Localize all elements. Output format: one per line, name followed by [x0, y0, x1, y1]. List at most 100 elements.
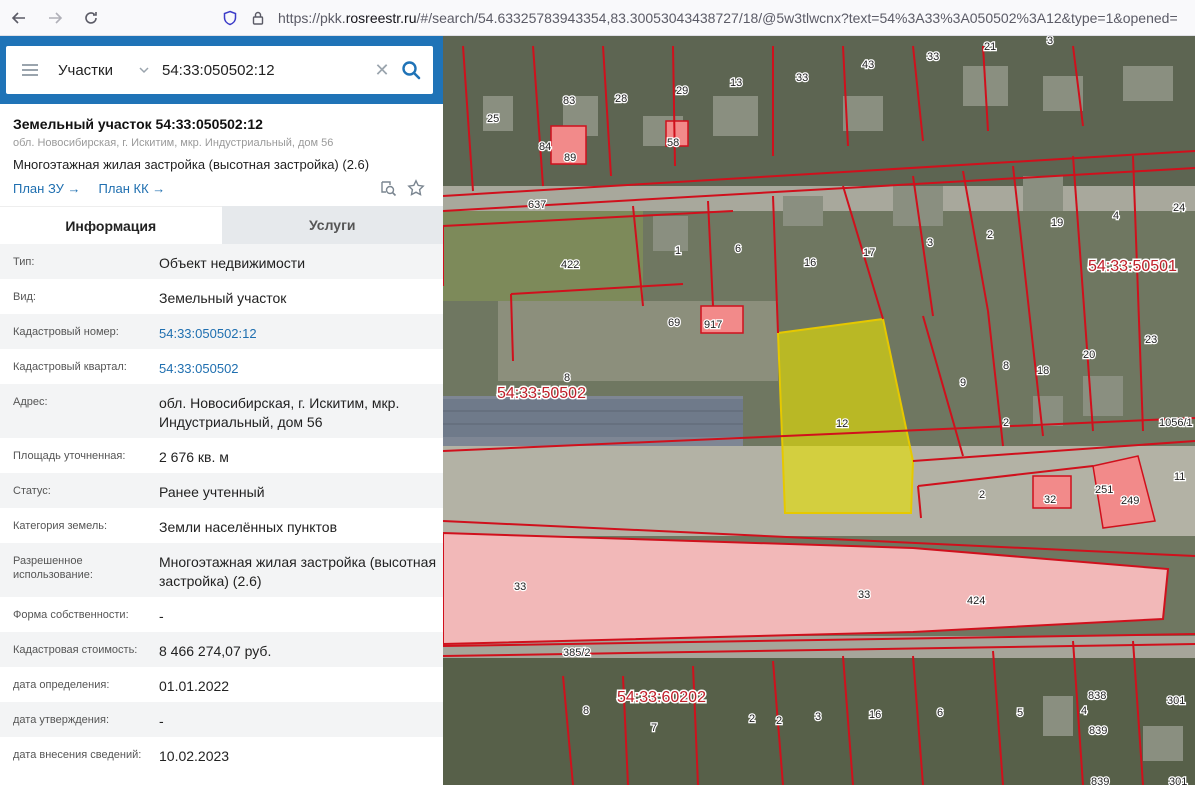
- info-row: Адрес: обл. Новосибирская, г. Искитим, мк…: [0, 384, 443, 438]
- plan-kk-link[interactable]: План КК →: [99, 181, 166, 196]
- info-row: Статус: Ранее учтенный: [0, 473, 443, 508]
- svg-text:33: 33: [796, 72, 808, 84]
- plan-zu-link[interactable]: План ЗУ →: [13, 181, 81, 196]
- svg-text:2: 2: [979, 489, 985, 501]
- svg-text:1: 1: [675, 245, 681, 257]
- reload-icon: [85, 11, 97, 24]
- svg-text:637: 637: [528, 199, 546, 211]
- svg-text:19: 19: [1051, 217, 1063, 229]
- map-canvas[interactable]: 258384 282913 334321 333 6374221 61617 3…: [443, 36, 1195, 785]
- svg-text:25: 25: [487, 113, 499, 125]
- svg-text:8: 8: [564, 372, 570, 384]
- info-row: Кадастровая стоимость: 8 466 274,07 руб.: [0, 632, 443, 667]
- search-box: Участки ✕: [6, 46, 433, 94]
- info-row: Площадь уточненная: 2 676 кв. м: [13, 449, 229, 465]
- svg-text:89: 89: [564, 152, 576, 164]
- chevron-down-icon[interactable]: [138, 64, 150, 76]
- svg-text:84: 84: [539, 141, 551, 153]
- svg-text:32: 32: [1044, 494, 1056, 506]
- info-row: Разрешенное использование: Многоэтажная ж…: [0, 543, 443, 597]
- svg-text:2: 2: [749, 713, 755, 725]
- svg-text:3: 3: [927, 237, 933, 249]
- svg-text:24: 24: [1173, 202, 1185, 214]
- search-type-select[interactable]: Участки: [58, 62, 138, 79]
- info-table: Тип: Объект недвижимости Вид: Земельный уч…: [0, 244, 443, 772]
- info-row: дата определения: 01.01.2022: [13, 678, 230, 694]
- svg-text:83: 83: [563, 95, 575, 107]
- svg-text:385/2: 385/2: [563, 647, 591, 659]
- info-row: Кадастровый номер: 54:33:050502:12: [0, 314, 443, 349]
- svg-text:4: 4: [1081, 705, 1087, 717]
- svg-text:16: 16: [869, 709, 881, 721]
- svg-text:3: 3: [815, 711, 821, 723]
- zoom-to-object-icon[interactable]: [379, 179, 397, 197]
- parcel-address: обл. Новосибирская, г. Искитим, мкр. Инд…: [13, 137, 334, 149]
- clear-icon[interactable]: ✕: [373, 60, 391, 81]
- svg-text:17: 17: [863, 247, 875, 259]
- info-row: дата внесения сведений: 10.02.2023: [13, 748, 230, 764]
- svg-text:4: 4: [1113, 210, 1119, 222]
- svg-text:33: 33: [514, 581, 526, 593]
- info-row: Форма собственности: -: [13, 608, 164, 624]
- svg-text:43: 43: [862, 59, 874, 71]
- shield-icon[interactable]: [222, 10, 238, 26]
- svg-text:11: 11: [1174, 471, 1185, 483]
- svg-text:3: 3: [1047, 36, 1053, 47]
- svg-text:20: 20: [1083, 349, 1095, 361]
- svg-text:838: 838: [1088, 690, 1106, 702]
- svg-text:54:33:50501: 54:33:50501: [1088, 258, 1177, 275]
- back-button[interactable]: [2, 1, 36, 35]
- tab-services[interactable]: Услуги: [221, 206, 443, 244]
- star-icon[interactable]: [407, 179, 425, 197]
- search-input[interactable]: [162, 61, 367, 79]
- svg-text:424: 424: [967, 595, 985, 607]
- svg-text:8: 8: [1003, 360, 1009, 372]
- svg-text:54:33:50502: 54:33:50502: [497, 385, 586, 402]
- svg-text:33: 33: [858, 589, 870, 601]
- svg-text:29: 29: [676, 85, 688, 97]
- tab-bar: Информация Услуги: [0, 206, 443, 244]
- arrow-left-icon: [11, 11, 25, 24]
- svg-text:7: 7: [651, 722, 657, 734]
- svg-text:422: 422: [561, 259, 579, 271]
- browser-toolbar: https://pkk.rosreestr.ru/#/search/54.633…: [0, 0, 1195, 36]
- forward-button[interactable]: [38, 1, 72, 35]
- svg-text:917: 917: [704, 319, 722, 331]
- svg-text:12: 12: [836, 418, 848, 430]
- tab-info[interactable]: Информация: [0, 206, 222, 244]
- svg-text:6: 6: [937, 707, 943, 719]
- svg-text:28: 28: [615, 93, 627, 105]
- svg-text:6: 6: [735, 243, 741, 255]
- info-row: Категория земель: Земли населённых пункто…: [13, 519, 338, 535]
- svg-text:249: 249: [1121, 495, 1139, 507]
- info-panel: Участки ✕ Земельный участок 54:33:050502…: [0, 36, 443, 785]
- info-row: Кадастровый квартал: 54:33:050502: [0, 349, 443, 384]
- reload-button[interactable]: [74, 1, 108, 35]
- svg-text:5: 5: [1017, 707, 1023, 719]
- info-row: Вид: Земельный участок: [13, 290, 287, 306]
- cadastral-number-link[interactable]: 54:33:050502:12: [159, 314, 443, 343]
- parcel-title: Земельный участок 54:33:050502:12: [13, 116, 263, 132]
- svg-text:301: 301: [1167, 695, 1185, 707]
- address-bar[interactable]: https://pkk.rosreestr.ru/#/search/54.633…: [222, 2, 1195, 34]
- svg-text:16: 16: [804, 257, 816, 269]
- search-area: Участки ✕: [0, 36, 443, 104]
- svg-text:251: 251: [1095, 484, 1113, 496]
- arrow-right-icon: [49, 11, 63, 24]
- svg-text:21: 21: [984, 41, 996, 53]
- info-row: дата утверждения: -: [0, 702, 443, 737]
- svg-text:2: 2: [1003, 417, 1009, 429]
- lock-icon[interactable]: [250, 10, 266, 26]
- url-text: https://pkk.rosreestr.ru/#/search/54.633…: [278, 10, 1178, 26]
- cadastral-quarter-link[interactable]: 54:33:050502: [159, 349, 443, 378]
- svg-text:839: 839: [1089, 725, 1107, 737]
- svg-text:839: 839: [1091, 776, 1109, 785]
- search-icon[interactable]: [401, 60, 421, 80]
- menu-icon[interactable]: [22, 64, 38, 76]
- cadastral-map[interactable]: 25 83 84 28 29 13 33 43 21 3 33 637 422 1 6 16 17 3…: [443, 36, 1195, 785]
- svg-text:2: 2: [987, 229, 993, 241]
- svg-text:301: 301: [1169, 776, 1187, 785]
- svg-text:1056/1: 1056/1: [1159, 417, 1193, 429]
- info-row: Тип: Объект недвижимости: [0, 244, 443, 279]
- parcel-usage: Многоэтажная жилая застройка (высотная з…: [13, 157, 370, 172]
